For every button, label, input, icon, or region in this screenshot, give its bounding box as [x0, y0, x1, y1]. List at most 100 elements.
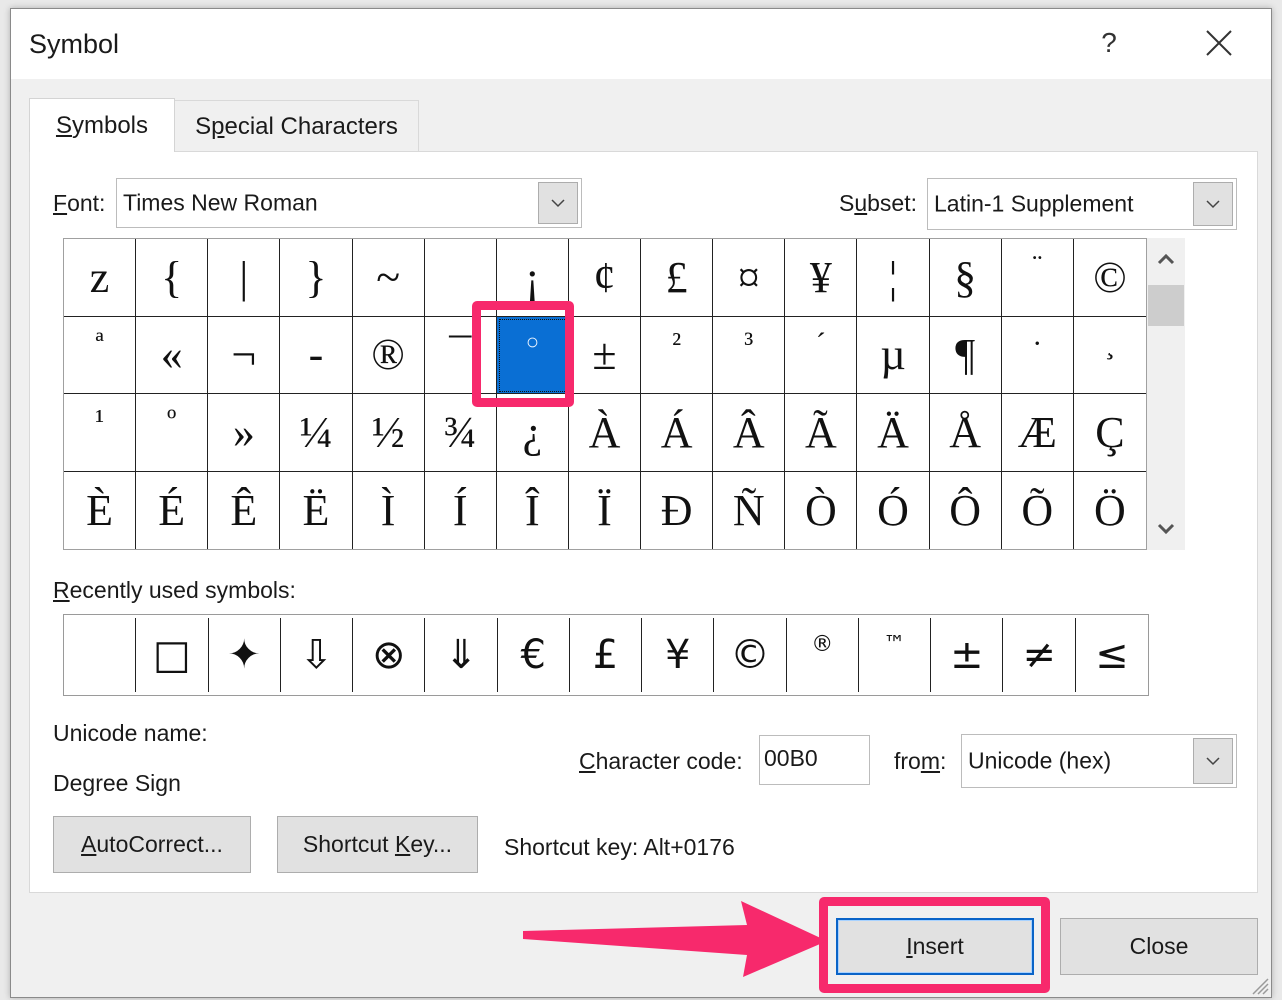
symbol-cell[interactable]: ¡ [496, 239, 569, 317]
insert-button[interactable]: Insert [836, 918, 1034, 975]
help-button[interactable]: ? [1091, 23, 1127, 63]
symbol-cell[interactable]: ¸ [1073, 317, 1146, 394]
symbol-cell[interactable]: ¤ [713, 239, 786, 317]
symbol-cell[interactable]: Î [497, 471, 569, 549]
symbol-cell[interactable]: ¥ [785, 239, 858, 317]
autocorrect-button[interactable]: AutoCorrect... [53, 816, 251, 873]
symbol-cell[interactable]: À [568, 394, 642, 472]
symbol-cell[interactable]: ¦ [857, 239, 930, 317]
symbol-cell[interactable]: ¬ [208, 316, 281, 394]
symbol-cell[interactable]: ³ [713, 316, 786, 394]
symbol-cell[interactable]: Á [641, 394, 714, 472]
symbol-cell[interactable]: Æ [1001, 394, 1074, 472]
symbol-cell[interactable]: ª [64, 316, 137, 394]
symbol-cell[interactable]: Ë [280, 471, 353, 549]
symbol-cell[interactable]: · [1001, 316, 1074, 394]
chevron-down-icon[interactable] [1193, 738, 1233, 784]
recent-symbol-cell[interactable]: ™ [859, 618, 932, 692]
recent-symbol-cell[interactable]: ✦ [209, 618, 281, 692]
symbol-cell[interactable]: » [208, 394, 281, 472]
symbol-cell[interactable]: ¼ [280, 394, 353, 472]
symbol-cell[interactable]: £ [641, 239, 714, 317]
symbol-cell[interactable]: Ï [569, 471, 642, 549]
chevron-down-icon[interactable] [538, 182, 578, 224]
recent-symbol-cell[interactable]: € [498, 618, 570, 692]
symbol-cell[interactable]: È [64, 471, 137, 549]
recent-symbol-cell[interactable]: ⇓ [425, 618, 498, 692]
recent-symbol-cell[interactable]: £ [570, 618, 643, 692]
symbol-cell[interactable]: ¶ [929, 316, 1002, 394]
character-code-label: Character code: [579, 748, 743, 775]
tab-symbols-mnemonic: S [55, 112, 72, 139]
symbol-cell[interactable]: É [136, 471, 209, 549]
symbol-cell[interactable]: µ [857, 316, 930, 394]
tab-special-mnemonic: p [211, 113, 225, 140]
tab-symbols[interactable]: Symbols [29, 98, 175, 152]
symbol-cell[interactable]: z [64, 239, 137, 317]
recent-symbol-cell[interactable]: ≤ [1076, 618, 1148, 692]
font-dropdown[interactable]: Times New Roman [116, 178, 582, 228]
symbol-cell[interactable]: § [929, 239, 1002, 317]
scroll-up-icon[interactable] [1147, 238, 1185, 280]
symbol-cell[interactable]: ´ [785, 316, 858, 394]
symbol-cell[interactable]: ¹ [64, 394, 137, 472]
recent-symbol-cell[interactable]: □ [136, 618, 209, 692]
symbol-cell[interactable]: ¨ [1001, 239, 1074, 317]
symbol-cell[interactable]: - [280, 316, 353, 394]
symbol-cell[interactable]: Ç [1073, 394, 1146, 472]
recent-symbol-cell[interactable]: ⇩ [281, 618, 354, 692]
symbol-cell[interactable]: Õ [1002, 471, 1074, 549]
symbol-cell[interactable]: ½ [352, 394, 425, 472]
symbol-cell[interactable]: } [280, 239, 353, 317]
symbol-cell[interactable]: Â [713, 394, 786, 472]
font-label-text: ont: [67, 190, 106, 216]
symbol-cell-selected[interactable]: ○ [496, 316, 569, 394]
symbol-cell[interactable]: ¢ [568, 239, 642, 317]
symbol-cell[interactable]: © [1073, 239, 1146, 317]
shortcut-key-button[interactable]: Shortcut Key... [277, 816, 478, 873]
symbol-cell[interactable]: ² [641, 316, 714, 394]
symbol-cell[interactable]: ± [568, 316, 642, 394]
recent-symbol-cell[interactable]: ¥ [642, 618, 715, 692]
close-x-icon[interactable] [1199, 23, 1239, 63]
symbol-cell[interactable]: Ã [785, 394, 858, 472]
symbol-cell[interactable]: Ä [857, 394, 930, 472]
symbol-cell[interactable]: ¿ [496, 394, 569, 472]
recent-symbol-cell[interactable]: ≠ [1003, 618, 1076, 692]
recent-symbol-cell[interactable]: ® [787, 618, 859, 692]
chevron-down-icon[interactable] [1193, 182, 1233, 226]
recent-symbol-cell[interactable]: © [714, 618, 787, 692]
character-code-input[interactable]: 00B0 [759, 735, 870, 785]
symbol-cell[interactable]: { [136, 239, 209, 317]
from-label-text: : [940, 748, 947, 774]
recent-symbol-cell[interactable]: ± [931, 618, 1004, 692]
symbol-cell[interactable]: ¾ [424, 394, 497, 472]
symbol-cell[interactable]: Ê [208, 471, 281, 549]
recent-symbol-cell[interactable] [64, 618, 137, 692]
symbol-cell[interactable]: Ö [1074, 472, 1146, 550]
symbol-cell[interactable]: Ñ [713, 471, 786, 549]
symbol-grid-scrollbar[interactable] [1147, 238, 1185, 550]
symbol-cell[interactable]: | [208, 239, 281, 317]
symbol-cell[interactable]: « [136, 316, 209, 394]
symbol-cell[interactable]: ~ [352, 239, 425, 317]
resize-grip-icon[interactable] [1247, 973, 1269, 995]
scrollbar-thumb[interactable] [1148, 285, 1184, 326]
subset-dropdown[interactable]: Latin-1 Supplement [927, 178, 1237, 230]
symbol-cell[interactable]: Ó [857, 471, 930, 549]
symbol-cell[interactable] [424, 239, 497, 317]
symbol-cell[interactable]: ® [352, 316, 425, 394]
symbol-cell[interactable]: Ð [641, 471, 714, 549]
recent-symbol-cell[interactable]: ⊗ [353, 618, 426, 692]
from-dropdown[interactable]: Unicode (hex) [961, 734, 1237, 788]
symbol-cell[interactable]: Ò [785, 471, 858, 549]
close-button[interactable]: Close [1060, 918, 1258, 975]
symbol-cell[interactable]: Ì [353, 471, 425, 549]
tab-special-characters[interactable]: Special Characters [174, 100, 419, 151]
symbol-cell[interactable]: Ô [930, 471, 1002, 549]
symbol-cell[interactable]: º [136, 394, 209, 472]
symbol-cell[interactable]: Å [929, 394, 1002, 472]
scroll-down-icon[interactable] [1147, 508, 1185, 550]
symbol-cell[interactable]: Í [425, 471, 497, 549]
symbol-cell[interactable]: ¯ [424, 316, 497, 394]
